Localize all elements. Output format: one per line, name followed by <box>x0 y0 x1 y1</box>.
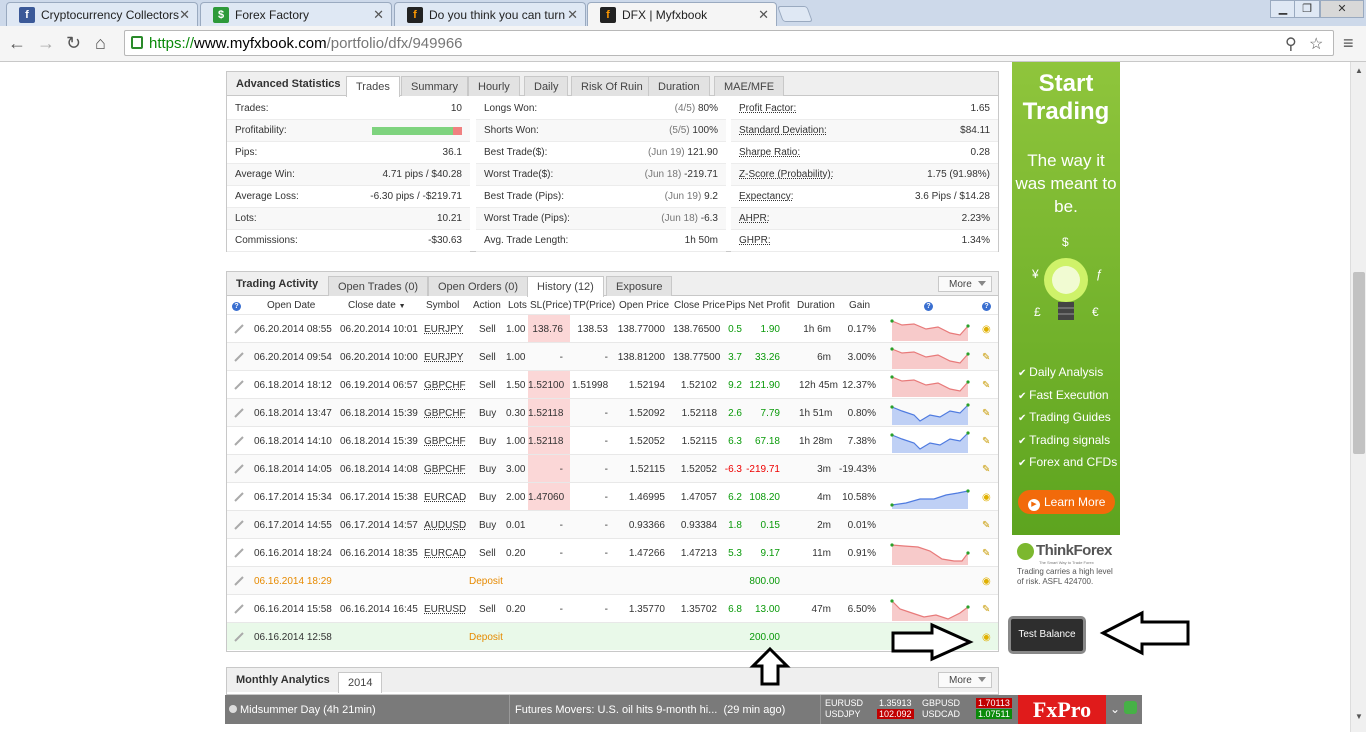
ad-currency-symbol: £ <box>1034 305 1041 319</box>
thinkforex-logo-block[interactable]: ThinkForex The Smart Way to Trade Forex … <box>1017 542 1127 587</box>
pair-symbol: EURUSD <box>825 698 864 708</box>
ad-currency-symbol: € <box>1092 305 1099 319</box>
pair-rate: 1.35913 <box>879 698 912 708</box>
pair-symbol: GBPUSD <box>922 698 961 708</box>
event-text: Midsummer Day (4h 21min) <box>240 704 376 716</box>
ad-feature: Trading signals <box>1018 430 1117 453</box>
ad-feature-list: Daily Analysis Fast Execution Trading Gu… <box>1018 362 1117 475</box>
ad-feature: Trading Guides <box>1018 407 1117 430</box>
left-arrow-annotation <box>1099 610 1190 656</box>
annotation-overlay <box>749 610 1190 686</box>
thinkforex-logo: ThinkForex <box>1017 542 1127 560</box>
brand-name: ThinkForex <box>1036 542 1112 559</box>
thinkforex-ad-banner[interactable]: Start Trading The way it was meant to be… <box>1012 62 1120 535</box>
news-headline: Futures Movers: U.S. oil hits 9-month hi… <box>515 704 718 716</box>
ad-feature: Fast Execution <box>1018 385 1117 408</box>
chevron-down-icon[interactable]: ⌄ <box>1106 695 1124 724</box>
ad-feature: Forex and CFDs <box>1018 452 1117 475</box>
risk-disclaimer: Trading carries a high level of risk. AS… <box>1017 566 1113 586</box>
event-item[interactable]: Midsummer Day (4h 21min) <box>229 704 376 716</box>
pair-rate: 1.70113 <box>976 698 1012 708</box>
ad-feature: Daily Analysis <box>1018 362 1117 385</box>
divider <box>509 695 510 724</box>
ad-currency-symbol: ¥ <box>1031 267 1039 281</box>
pair-rate: 1.07511 <box>976 709 1012 719</box>
fxpro-logo[interactable]: FxPro <box>1018 695 1106 724</box>
news-time: (29 min ago) <box>723 704 786 716</box>
ad-headline-2: Trading <box>1022 98 1110 125</box>
lightbulb-icon: $ ¥ ƒ £ € <box>1031 235 1103 320</box>
thinkforex-logo-icon <box>1017 542 1034 560</box>
ad-headline-1: Start <box>1038 70 1094 97</box>
play-icon: ▶ <box>1028 499 1040 511</box>
news-item[interactable]: Futures Movers: U.S. oil hits 9-month hi… <box>515 704 785 716</box>
right-arrow-annotation <box>891 622 974 662</box>
circle-icon <box>229 705 237 713</box>
ad-currency-symbol: ƒ <box>1096 267 1103 281</box>
learn-more-label: Learn More <box>1044 495 1106 509</box>
brand-tagline: The Smart Way to Trade Forex <box>1039 559 1094 565</box>
up-arrow-annotation <box>749 646 791 686</box>
learn-more-button[interactable]: ▶ Learn More <box>1018 490 1115 514</box>
chat-icon[interactable] <box>1124 701 1137 714</box>
pair-symbol: USDCAD <box>922 709 961 719</box>
news-ticker-bar: Midsummer Day (4h 21min) Futures Movers:… <box>225 695 1142 724</box>
ad-currency-symbol: $ <box>1062 235 1069 249</box>
ad-subline: The way it was meant to be. <box>1015 151 1117 216</box>
test-balance-tooltip: Test Balance <box>1008 616 1086 654</box>
pair-rate: 102.092 <box>877 709 914 719</box>
pair-symbol: USDJPY <box>825 709 861 719</box>
divider <box>820 695 821 724</box>
